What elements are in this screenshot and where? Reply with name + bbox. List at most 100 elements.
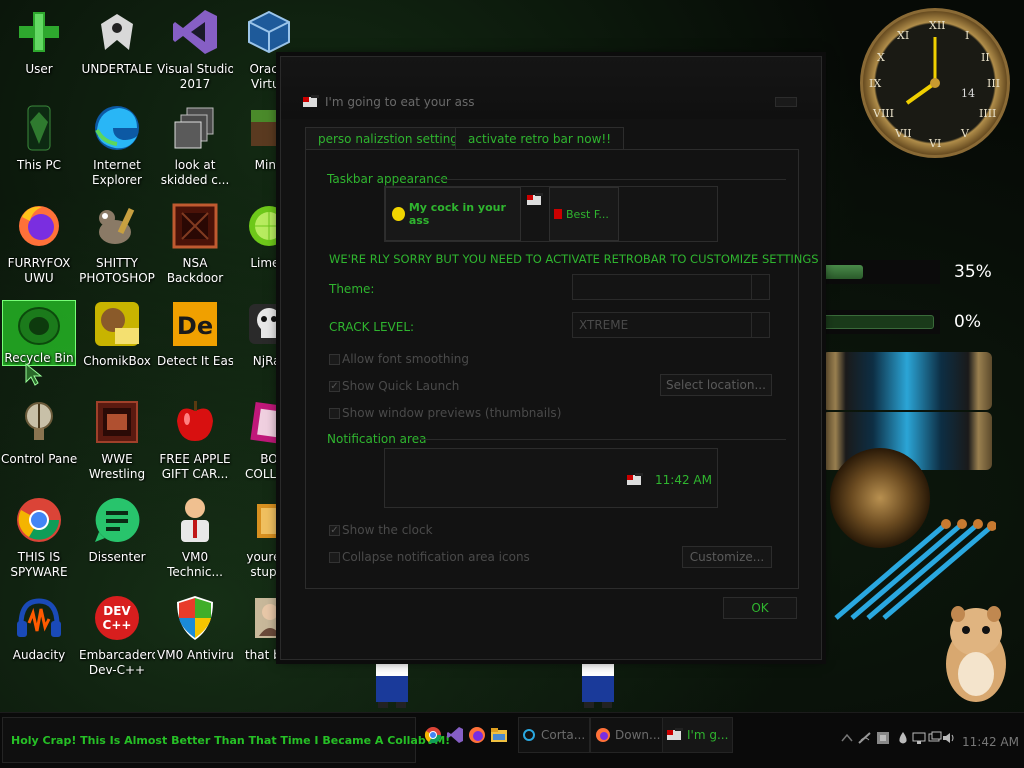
- gauge-bar-2: [822, 310, 940, 334]
- mouse-cursor-icon: [25, 362, 43, 386]
- preview-clock: 11:42 AM: [655, 473, 712, 487]
- checkbox-collapse-notification-icons[interactable]: Collapse notification area icons: [329, 550, 530, 564]
- window-close-button[interactable]: [775, 97, 797, 107]
- desktop-icon-dev-cpp[interactable]: DEV C++ Embarcadero Dev-C++: [78, 590, 156, 684]
- file-explorer-icon[interactable]: [490, 726, 508, 744]
- desktop-icon-vm0-technician[interactable]: VM0 Technic...: [156, 492, 234, 586]
- hamster-mascot-icon: [946, 606, 1006, 702]
- desktop-icon-control-panel[interactable]: Control Panel: [0, 394, 78, 488]
- crack-level-select[interactable]: XTREME: [572, 312, 770, 338]
- desktop-icon-this-is-spyware[interactable]: THIS IS SPYWARE: [0, 492, 78, 586]
- desktop-icon-label-line2: GIFT CAR...: [161, 467, 229, 481]
- desktop-icon-furryfox[interactable]: FURRYFOX UWU: [0, 198, 78, 292]
- tab-personalization[interactable]: perso nalizstion setting: [305, 127, 471, 151]
- network-icon[interactable]: [858, 731, 872, 745]
- firefox-icon[interactable]: [468, 726, 486, 744]
- dissenter-icon: [93, 496, 141, 544]
- checkbox-show-window-previews[interactable]: Show window previews (thumbnails): [329, 406, 561, 420]
- checkbox-box-checked[interactable]: ✓: [329, 380, 340, 392]
- taskbar-clock[interactable]: 11:42 AM: [962, 735, 1019, 749]
- display-tray-icon[interactable]: [928, 731, 942, 745]
- desktop-icon-internet-explorer[interactable]: Internet Explorer: [78, 100, 156, 194]
- chevron-down-icon: [751, 275, 769, 299]
- taskbar-item-active-window[interactable]: I'm g...: [662, 717, 734, 753]
- drop-icon[interactable]: [896, 731, 910, 745]
- undertale-icon: [93, 8, 141, 56]
- customize-button[interactable]: Customize...: [682, 546, 772, 568]
- taskbar-item-label: Corta...: [541, 728, 586, 742]
- desktop-icon-dissenter[interactable]: Dissenter: [78, 492, 156, 586]
- checkbox-label: Collapse notification area icons: [342, 550, 530, 564]
- app-tray-icon[interactable]: [876, 731, 890, 745]
- activation-warning: WE'RE RLY SORRY BUT YOU NEED TO ACTIVATE…: [329, 252, 819, 266]
- desktop-icon-label-line2: SPYWARE: [10, 565, 68, 579]
- desktop-icon-recycle-bin[interactable]: Recycle Bin: [2, 300, 76, 366]
- desktop-icon-wwe-wrestling[interactable]: WWE Wrestling: [78, 394, 156, 488]
- desktop-icon-undertale[interactable]: UNDERTALE: [78, 4, 156, 98]
- preview-task-icon: [554, 209, 562, 219]
- theme-select[interactable]: [572, 274, 770, 300]
- window-titlebar[interactable]: I'm going to eat your ass: [281, 57, 821, 119]
- checkbox-label: Show window previews (thumbnails): [342, 406, 562, 420]
- checkbox-box[interactable]: [329, 551, 340, 563]
- checkbox-box[interactable]: [329, 353, 340, 365]
- edge-icon: [93, 104, 141, 152]
- taskbar-item-downloads[interactable]: Down...: [590, 717, 666, 753]
- taskbar-item-cortana[interactable]: Corta...: [518, 717, 591, 753]
- taskbar-preview: My cock in your ass Best F...: [384, 186, 718, 242]
- preview-task-button: Best F...: [549, 187, 619, 241]
- desktop-icon-label-line2: 2017: [179, 77, 211, 91]
- desktop-icon-shitty-photoshop[interactable]: SHITTY PHOTOSHOP: [78, 198, 156, 292]
- checkbox-show-quick-launch[interactable]: ✓ Show Quick Launch: [329, 379, 459, 393]
- desktop: User This PC FURRYFOX UWU Recycle Bin Co…: [0, 0, 1024, 712]
- checkbox-box[interactable]: [329, 407, 340, 419]
- tray-app-icon: [627, 473, 643, 485]
- firefox-icon: [15, 202, 63, 250]
- tab-activate-retro-bar[interactable]: activate retro bar now!!: [455, 127, 625, 151]
- theme-label: Theme:: [329, 282, 375, 296]
- crack-level-label: CRACK LEVEL:: [329, 320, 415, 334]
- wwe-icon: [93, 398, 141, 446]
- select-location-button[interactable]: Select location...: [660, 374, 772, 396]
- desktop-icon-label: SHITTY: [96, 256, 138, 270]
- apple-icon: [171, 398, 219, 446]
- steampunk-tube-1: [822, 352, 992, 410]
- preview-app-icon: [527, 193, 543, 205]
- desktop-icon-label: FURRYFOX: [7, 256, 71, 270]
- chrome-icon[interactable]: [424, 726, 442, 744]
- desktop-icon-label: Detect It Easy: [157, 354, 233, 368]
- volume-icon[interactable]: [942, 731, 956, 745]
- desktop-icon-label-line2: Wrestling: [88, 467, 146, 481]
- gauge-percent-1: 35%: [954, 262, 992, 282]
- desktop-icon-user[interactable]: User: [0, 4, 78, 98]
- desktop-icon-look-at-skidded[interactable]: look at skidded c...: [156, 100, 234, 194]
- desktop-icon-visual-studio[interactable]: Visual Studio 2017: [156, 4, 234, 98]
- antivirus-shield-icon: [171, 594, 219, 642]
- desktop-icon-vm0-antivirus[interactable]: VM0 Antivirus: [156, 590, 234, 684]
- desktop-icon-label: NSA: [182, 256, 208, 270]
- technician-icon: [171, 496, 219, 544]
- desktop-icon-this-pc[interactable]: This PC: [0, 100, 78, 194]
- desktop-icon-nsa-backdoor[interactable]: NSA Backdoor: [156, 198, 234, 292]
- checkbox-allow-font-smoothing[interactable]: Allow font smoothing: [329, 352, 469, 366]
- group-divider: [436, 179, 786, 180]
- computer-tray-icon[interactable]: [912, 731, 926, 745]
- desktop-icon-audacity[interactable]: Audacity: [0, 590, 78, 684]
- tray-chevron-icon[interactable]: [840, 731, 854, 745]
- visual-studio-icon[interactable]: [446, 726, 464, 744]
- desktop-icon-label-line2: PHOTOSHOP: [79, 271, 155, 285]
- devcpp-icon: DEV C++: [93, 594, 141, 642]
- start-button[interactable]: Holy Crap! This Is Almost Better Than Th…: [2, 717, 450, 763]
- desktop-icon-label: Internet: [93, 158, 141, 172]
- desktop-icon-chomikbox[interactable]: ChomikBox: [78, 296, 156, 390]
- group-taskbar-appearance: Taskbar appearance: [327, 172, 448, 186]
- checkbox-box-checked[interactable]: ✓: [329, 524, 340, 536]
- chomikbox-icon: [93, 300, 141, 348]
- desktop-icon-label: VM0: [181, 550, 209, 564]
- ok-button[interactable]: OK: [723, 597, 797, 619]
- desktop-icon-detect-it-easy[interactable]: De Detect It Easy: [156, 296, 234, 390]
- checkbox-label: Allow font smoothing: [342, 352, 470, 366]
- desktop-icon-label: FREE APPLE: [159, 452, 231, 466]
- desktop-icon-free-apple-gift-card[interactable]: FREE APPLE GIFT CAR...: [156, 394, 234, 488]
- checkbox-show-the-clock[interactable]: ✓ Show the clock: [329, 523, 433, 537]
